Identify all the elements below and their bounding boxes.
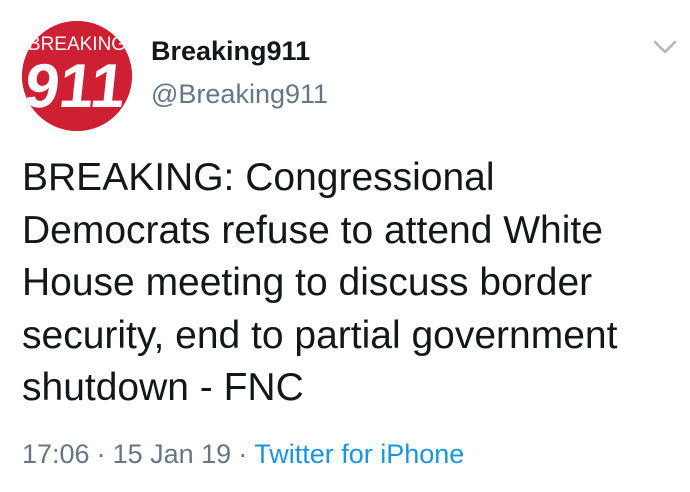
- tweet-text: BREAKING: Congressional Democrats refuse…: [22, 156, 618, 409]
- user-handle[interactable]: @Breaking911: [151, 78, 328, 110]
- tweet-card: BREAKING 911 Breaking911 @Breaking911 BR…: [0, 0, 690, 492]
- chevron-down-icon[interactable]: [652, 38, 678, 56]
- separator: ·: [96, 439, 106, 469]
- tweet-source-link[interactable]: Twitter for iPhone: [254, 439, 464, 469]
- tweet-time[interactable]: 17:06: [22, 439, 90, 469]
- avatar[interactable]: BREAKING 911: [22, 21, 132, 131]
- tweet-date[interactable]: 15 Jan 19: [113, 439, 232, 469]
- svg-text:911: 911: [22, 52, 129, 121]
- display-name[interactable]: Breaking911: [151, 35, 310, 67]
- separator: ·: [238, 439, 248, 469]
- breaking911-logo-icon: BREAKING 911: [22, 21, 132, 131]
- tweet-metadata: 17:06 · 15 Jan 19 · Twitter for iPhone: [22, 437, 464, 471]
